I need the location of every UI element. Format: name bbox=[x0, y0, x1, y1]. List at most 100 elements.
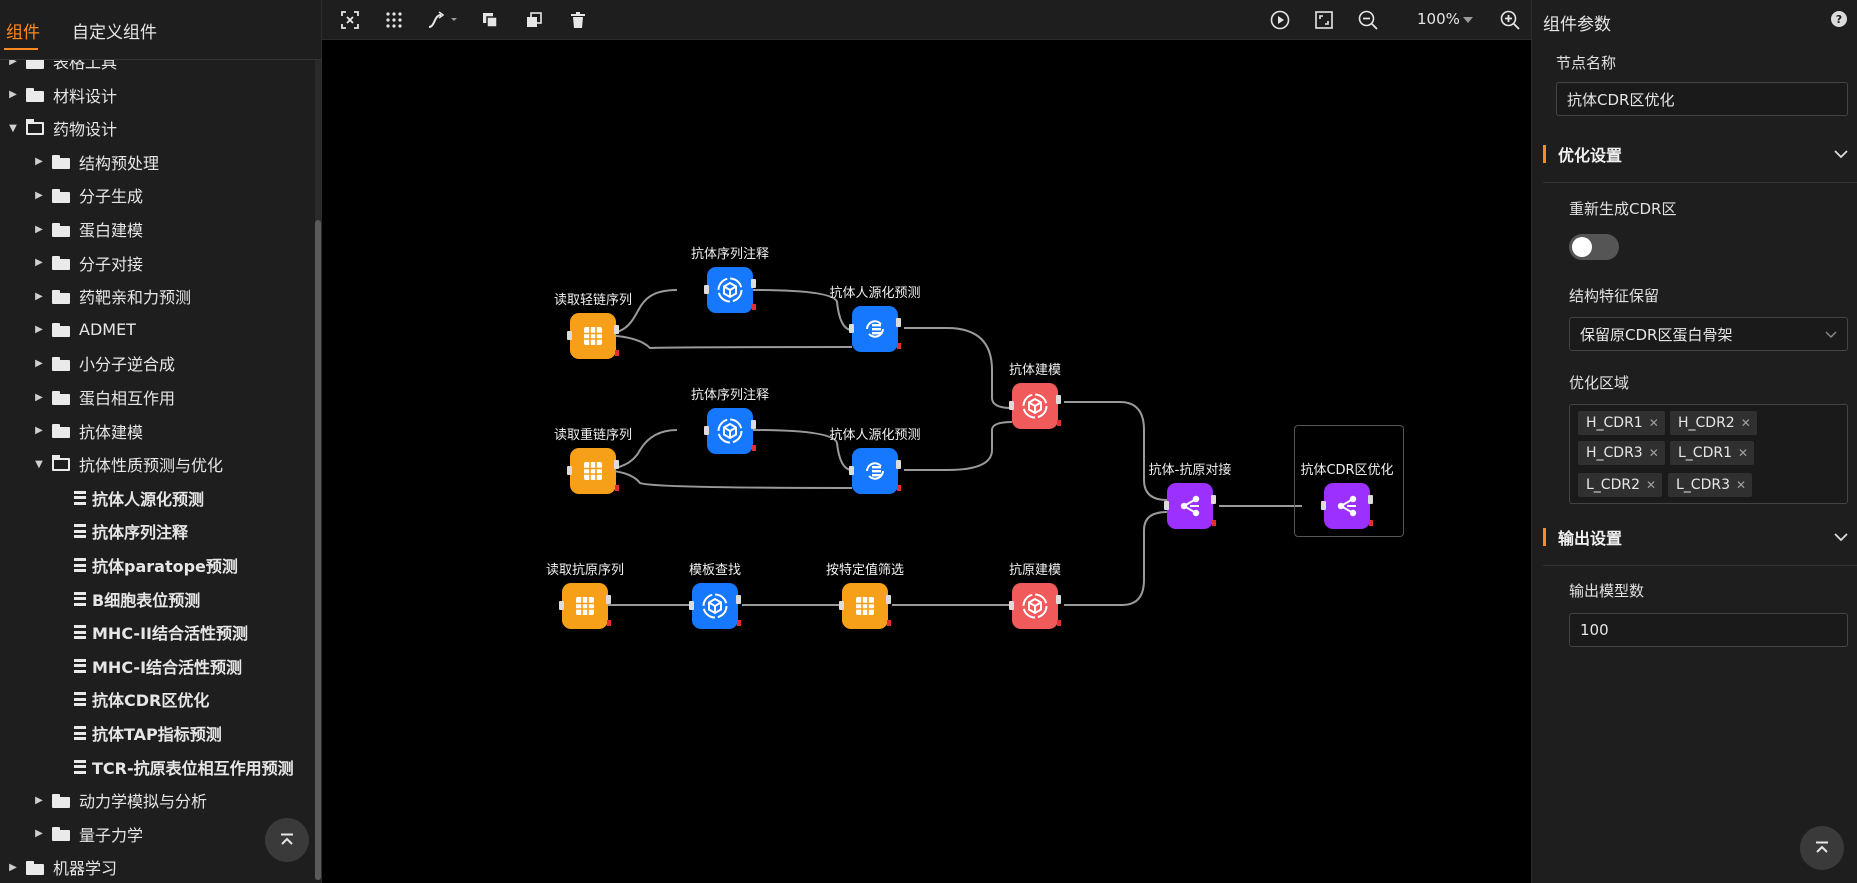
input-port[interactable] bbox=[1164, 501, 1169, 510]
output-port[interactable] bbox=[1368, 495, 1373, 504]
caret-right-icon[interactable]: ▶ bbox=[32, 156, 46, 167]
output-port[interactable] bbox=[1056, 595, 1061, 604]
regen-cdr-toggle[interactable] bbox=[1569, 234, 1619, 260]
caret-right-icon[interactable]: ▶ bbox=[6, 60, 20, 67]
structure-keep-select[interactable]: 保留原CDR区蛋白骨架 bbox=[1569, 317, 1848, 351]
paste-button[interactable] bbox=[522, 8, 546, 32]
scroll-to-top-button[interactable] bbox=[265, 818, 309, 862]
tree-folder[interactable]: ▶ ADMET bbox=[32, 314, 136, 346]
output-port[interactable] bbox=[614, 460, 619, 469]
tree-folder[interactable]: ▶ 分子生成 bbox=[32, 179, 143, 211]
input-port[interactable] bbox=[849, 324, 854, 333]
help-icon[interactable]: ? bbox=[1831, 11, 1847, 27]
input-port[interactable] bbox=[849, 466, 854, 475]
caret-right-icon[interactable]: ▶ bbox=[32, 324, 46, 335]
caret-right-icon[interactable]: ▶ bbox=[32, 358, 46, 369]
output-port[interactable] bbox=[896, 318, 901, 327]
output-models-input[interactable]: 100 bbox=[1569, 613, 1848, 647]
remove-tag-icon[interactable]: ✕ bbox=[1736, 478, 1746, 492]
output-port[interactable] bbox=[896, 460, 901, 469]
sidebar-scrollbar[interactable] bbox=[315, 60, 321, 880]
output-section-header[interactable]: 输出设置 bbox=[1543, 520, 1848, 554]
tree-item[interactable]: 抗体人源化预测 bbox=[74, 482, 204, 514]
tree-item[interactable]: TCR-抗原表位相互作用预测 bbox=[74, 751, 294, 783]
workflow-node[interactable] bbox=[849, 306, 901, 352]
tree-item[interactable]: 抗体CDR区优化 bbox=[74, 683, 209, 715]
workflow-node[interactable] bbox=[559, 583, 611, 629]
input-port[interactable] bbox=[1009, 401, 1014, 410]
caret-right-icon[interactable]: ▶ bbox=[32, 425, 46, 436]
input-port[interactable] bbox=[559, 601, 564, 610]
workflow-node[interactable] bbox=[1009, 383, 1061, 429]
tab-custom-components[interactable]: 自定义组件 bbox=[72, 18, 157, 43]
optimize-section-header[interactable]: 优化设置 bbox=[1543, 137, 1848, 171]
caret-right-icon[interactable]: ▶ bbox=[6, 862, 20, 873]
remove-tag-icon[interactable]: ✕ bbox=[1649, 416, 1659, 430]
output-port[interactable] bbox=[751, 279, 756, 288]
tree-folder[interactable]: ▶ 结构预处理 bbox=[32, 146, 159, 178]
caret-right-icon[interactable]: ▶ bbox=[32, 795, 46, 806]
workflow-node[interactable] bbox=[1321, 483, 1373, 529]
tree-folder[interactable]: ▶ 表格工具 bbox=[6, 60, 117, 77]
tree-item[interactable]: MHC-I结合活性预测 bbox=[74, 650, 242, 682]
tree-item[interactable]: 抗体paratope预测 bbox=[74, 549, 238, 581]
workflow-canvas[interactable]: 读取轻链序列 抗体序列注释 抗体人源化预测 读取重链序列 抗体序列注释 抗体人源化预测 抗体… bbox=[322, 40, 1531, 883]
zoom-level[interactable]: 100% bbox=[1417, 10, 1460, 28]
fit-selection-button[interactable] bbox=[338, 8, 362, 32]
copy-button[interactable] bbox=[478, 8, 502, 32]
output-port[interactable] bbox=[1211, 495, 1216, 504]
input-port[interactable] bbox=[704, 285, 709, 294]
tree-item[interactable]: MHC-II结合活性预测 bbox=[74, 616, 248, 648]
caret-right-icon[interactable]: ▶ bbox=[32, 828, 46, 839]
tree-item[interactable]: 抗体TAP指标预测 bbox=[74, 717, 222, 749]
input-port[interactable] bbox=[704, 426, 709, 435]
remove-tag-icon[interactable]: ✕ bbox=[1741, 416, 1751, 430]
workflow-node[interactable] bbox=[1009, 583, 1061, 629]
run-button[interactable] bbox=[1268, 8, 1292, 32]
output-port[interactable] bbox=[1056, 395, 1061, 404]
remove-tag-icon[interactable]: ✕ bbox=[1738, 446, 1748, 460]
caret-right-icon[interactable]: ▶ bbox=[32, 392, 46, 403]
input-port[interactable] bbox=[567, 331, 572, 340]
delete-button[interactable] bbox=[566, 8, 590, 32]
input-port[interactable] bbox=[839, 601, 844, 610]
tree-folder[interactable]: ▶ 量子力学 bbox=[32, 818, 143, 850]
caret-right-icon[interactable]: ▶ bbox=[6, 89, 20, 100]
workflow-node[interactable] bbox=[704, 267, 756, 313]
output-port[interactable] bbox=[614, 325, 619, 334]
workflow-node[interactable] bbox=[567, 313, 619, 359]
workflow-node[interactable] bbox=[689, 583, 741, 629]
workflow-node[interactable] bbox=[839, 583, 891, 629]
grid-button[interactable] bbox=[382, 8, 406, 32]
tree-folder[interactable]: ▶ 蛋白相互作用 bbox=[32, 381, 175, 413]
input-port[interactable] bbox=[689, 601, 694, 610]
fullscreen-button[interactable] bbox=[1312, 8, 1336, 32]
remove-tag-icon[interactable]: ✕ bbox=[1646, 478, 1656, 492]
input-port[interactable] bbox=[1321, 501, 1326, 510]
tree-folder[interactable]: ▼ 药物设计 bbox=[6, 112, 117, 144]
tree-item[interactable]: 抗体序列注释 bbox=[74, 515, 188, 547]
output-port[interactable] bbox=[736, 595, 741, 604]
tree-folder[interactable]: ▶ 分子对接 bbox=[32, 247, 143, 279]
caret-right-icon[interactable]: ▶ bbox=[32, 224, 46, 235]
node-name-input[interactable]: 抗体CDR区优化 bbox=[1556, 82, 1848, 116]
output-port[interactable] bbox=[751, 420, 756, 429]
tree-folder[interactable]: ▶ 小分子逆合成 bbox=[32, 347, 175, 379]
tree-folder[interactable]: ▼ 抗体性质预测与优化 bbox=[32, 448, 223, 480]
remove-tag-icon[interactable]: ✕ bbox=[1649, 446, 1659, 460]
tree-folder[interactable]: ▶ 抗体建模 bbox=[32, 415, 143, 447]
tab-components[interactable]: 组件 bbox=[6, 18, 40, 43]
tree-folder[interactable]: ▶ 材料设计 bbox=[6, 79, 117, 111]
caret-right-icon[interactable]: ▶ bbox=[32, 257, 46, 268]
zoom-dropdown[interactable] bbox=[1460, 8, 1476, 32]
tree-folder[interactable]: ▶ 药靶亲和力预测 bbox=[32, 280, 191, 312]
zoom-out-button[interactable] bbox=[1356, 8, 1380, 32]
input-port[interactable] bbox=[567, 466, 572, 475]
tree-folder[interactable]: ▶ 机器学习 bbox=[6, 851, 117, 883]
workflow-node[interactable] bbox=[704, 408, 756, 454]
scrollbar-thumb[interactable] bbox=[315, 220, 321, 880]
workflow-node[interactable] bbox=[849, 448, 901, 494]
zoom-in-button[interactable] bbox=[1498, 8, 1522, 32]
workflow-node[interactable] bbox=[567, 448, 619, 494]
caret-down-icon[interactable]: ▼ bbox=[32, 459, 46, 470]
